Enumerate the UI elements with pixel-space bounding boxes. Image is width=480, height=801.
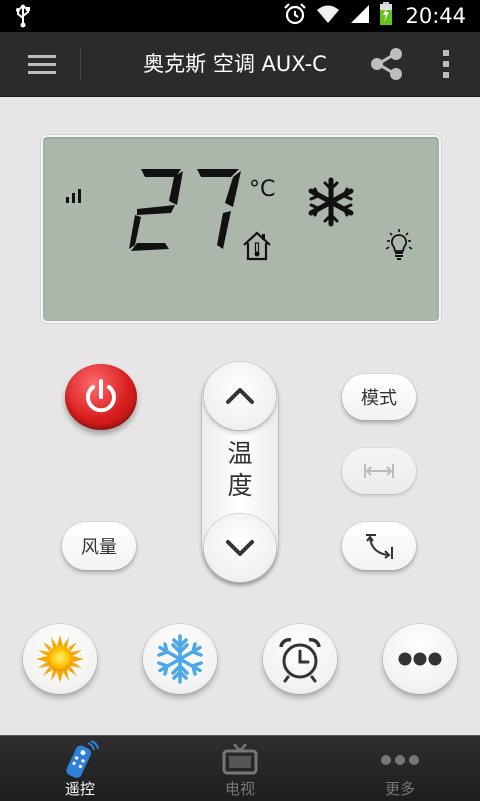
- overflow-menu-icon[interactable]: [432, 46, 460, 82]
- heat-mode-button[interactable]: [23, 624, 97, 694]
- cool-mode-button[interactable]: [143, 624, 217, 694]
- more-dots-icon: [398, 652, 442, 666]
- action-bar-divider: [80, 48, 81, 80]
- wifi-icon: [315, 3, 341, 29]
- horizontal-swing-icon: [364, 464, 394, 478]
- action-bar: 奥克斯 空调 AUX-C: [0, 32, 480, 97]
- more-functions-button[interactable]: [383, 624, 457, 694]
- fan-speed-button[interactable]: 风量: [62, 522, 136, 570]
- usb-icon: [14, 4, 32, 32]
- temperature-label-line1: 温: [227, 439, 253, 468]
- tab-remote[interactable]: 遥控: [0, 736, 160, 801]
- temperature-unit: °C: [249, 177, 276, 202]
- tab-more-label: 更多: [384, 780, 415, 798]
- horizontal-swing-button[interactable]: [342, 448, 416, 494]
- chevron-down-icon: [226, 540, 254, 556]
- status-bar: 20:44: [0, 0, 480, 32]
- alarm-icon: [283, 2, 307, 30]
- tab-tv[interactable]: 电视: [160, 736, 320, 801]
- snowflake-icon: [157, 634, 203, 684]
- remote-control-icon: [60, 740, 100, 778]
- power-icon: [86, 379, 116, 413]
- tab-remote-label: 遥控: [64, 780, 95, 798]
- temperature-label-line2: 度: [227, 471, 253, 500]
- vertical-swing-button[interactable]: [342, 522, 416, 570]
- temperature-up-button[interactable]: [204, 362, 276, 430]
- menu-icon[interactable]: [20, 48, 64, 80]
- temperature-down-button[interactable]: [204, 514, 276, 582]
- snowflake-icon: [305, 177, 357, 231]
- tab-tv-label: 电视: [224, 780, 255, 798]
- tab-more[interactable]: 更多: [320, 736, 480, 801]
- temperature-display: [127, 165, 243, 259]
- vertical-swing-icon: [366, 534, 393, 559]
- page-title: 奥克斯 空调 AUX-C: [143, 52, 327, 76]
- home-thermometer-icon: [241, 231, 273, 265]
- cell-signal-icon: [349, 3, 371, 29]
- mode-button[interactable]: 模式: [342, 374, 416, 420]
- timer-button[interactable]: [263, 624, 337, 694]
- sun-icon: [36, 635, 84, 683]
- clock-time: 20:44: [405, 4, 466, 28]
- alarm-clock-icon: [279, 638, 321, 683]
- temperature-label: 温 度: [202, 438, 278, 502]
- fan-speed-bars-icon: [65, 187, 83, 207]
- power-button[interactable]: [65, 364, 137, 430]
- battery-charging-icon: [379, 2, 393, 30]
- lcd-display: °C: [41, 135, 441, 323]
- tv-icon: [220, 740, 260, 778]
- light-bulb-icon: [383, 229, 415, 267]
- chevron-up-icon: [226, 388, 254, 404]
- share-icon[interactable]: [368, 46, 406, 82]
- more-dots-icon: [380, 740, 420, 778]
- bottom-navigation: 遥控 电视 更多: [0, 735, 480, 801]
